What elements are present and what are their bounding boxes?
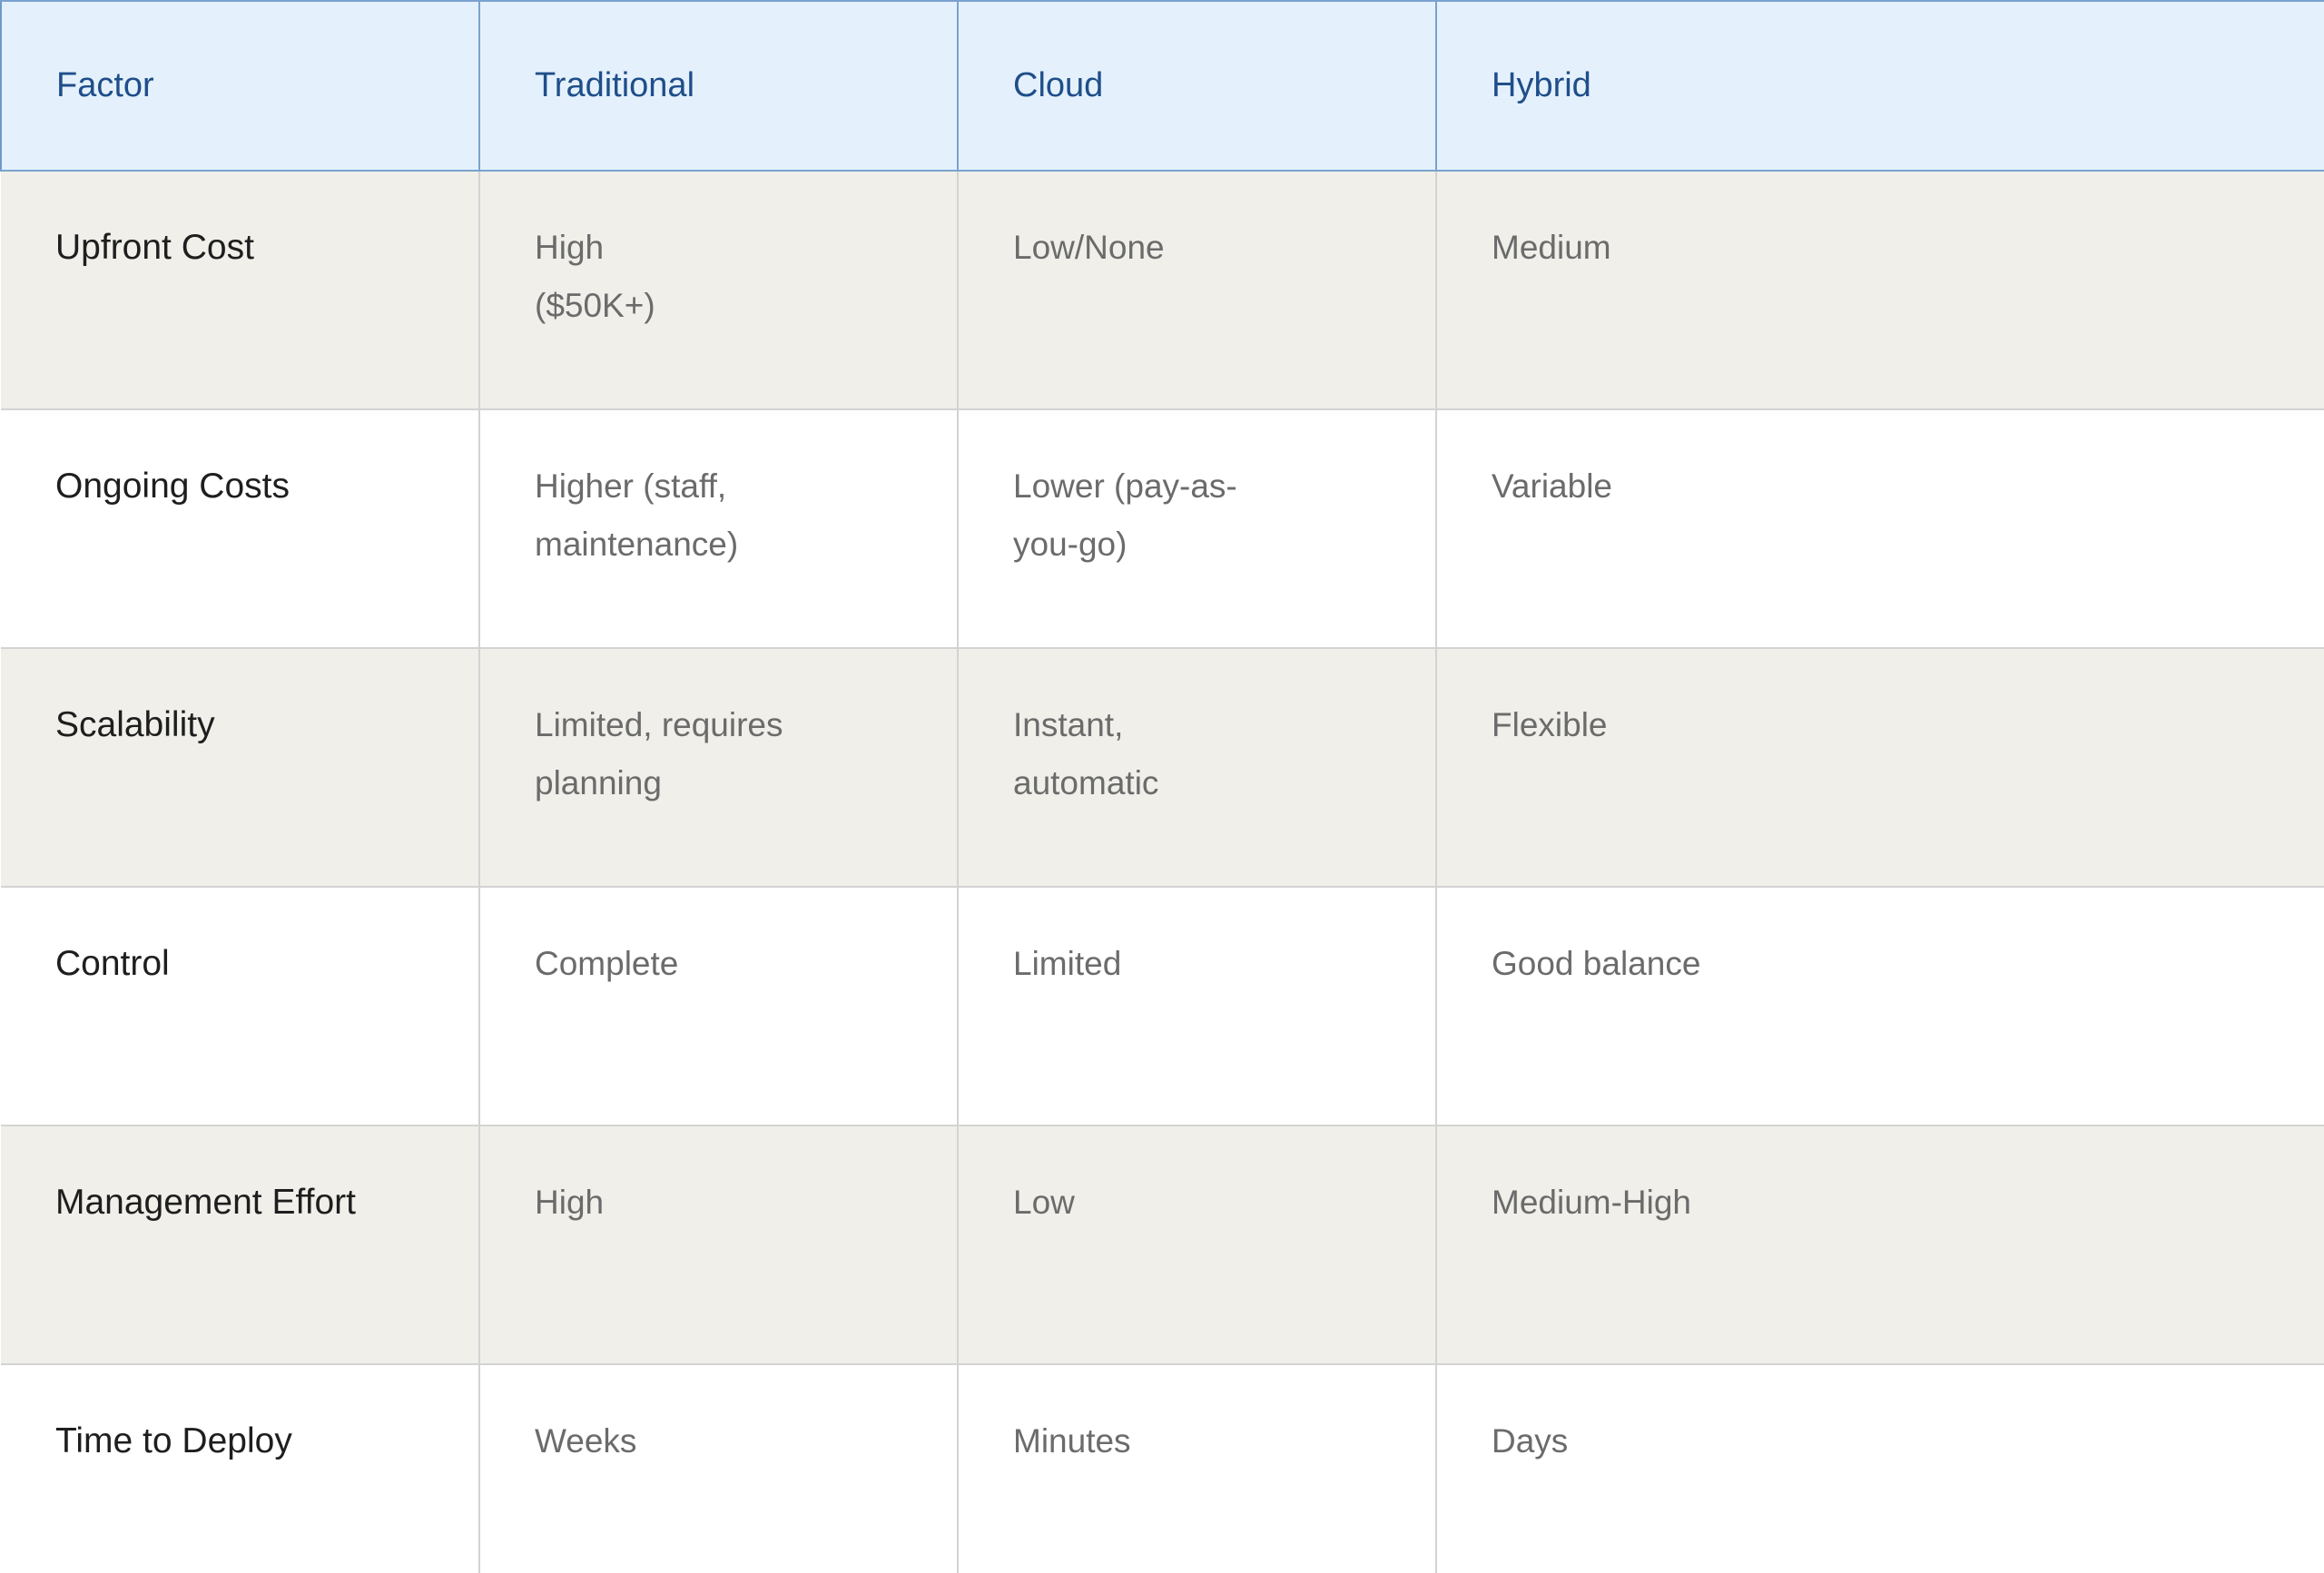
hybrid-cell: Medium-High — [1435, 1126, 2324, 1365]
table-row: Time to Deploy Weeks Minutes Days — [1, 1364, 2324, 1573]
traditional-cell: Higher (staff, maintenance) — [478, 409, 958, 649]
column-header-traditional: Traditional — [478, 0, 958, 172]
comparison-table: Factor Traditional Cloud Hybrid Upfront … — [0, 0, 2324, 1573]
traditional-cell: Complete — [478, 887, 958, 1126]
traditional-cell: Weeks — [478, 1364, 958, 1573]
factor-cell: Ongoing Costs — [1, 409, 479, 649]
cloud-cell: Lower (pay-as-you-go) — [957, 409, 1436, 649]
hybrid-cell: Days — [1435, 1364, 2324, 1573]
traditional-cell: Limited, requires planning — [478, 648, 958, 888]
cloud-cell: Low — [957, 1126, 1436, 1365]
comparison-table-container: Factor Traditional Cloud Hybrid Upfront … — [0, 0, 2324, 1573]
table-row: Upfront Cost High ($50K+) Low/None Medium — [1, 171, 2324, 410]
cloud-cell: Instant, automatic — [957, 648, 1436, 888]
table-row: Control Complete Limited Good balance — [1, 887, 2324, 1126]
factor-cell: Management Effort — [1, 1126, 479, 1365]
hybrid-cell: Flexible — [1435, 648, 2324, 888]
column-header-factor: Factor — [0, 0, 479, 172]
table-header: Factor Traditional Cloud Hybrid — [0, 0, 2324, 172]
traditional-cell: High ($50K+) — [478, 171, 958, 410]
factor-cell: Upfront Cost — [1, 171, 479, 410]
cloud-cell: Limited — [957, 887, 1436, 1126]
hybrid-cell: Variable — [1435, 409, 2324, 649]
table-row: Ongoing Costs Higher (staff, maintenance)… — [1, 409, 2324, 649]
factor-cell: Control — [1, 887, 479, 1126]
header-row: Factor Traditional Cloud Hybrid — [0, 0, 2324, 172]
table-row: Management Effort High Low Medium-High — [1, 1126, 2324, 1365]
factor-cell: Time to Deploy — [1, 1364, 479, 1573]
table-row: Scalability Limited, requires planning In… — [1, 648, 2324, 888]
cloud-cell: Low/None — [957, 171, 1436, 410]
table-body: Upfront Cost High ($50K+) Low/None Medium… — [1, 171, 2324, 1573]
hybrid-cell: Medium — [1435, 171, 2324, 410]
traditional-cell: High — [478, 1126, 958, 1365]
column-header-hybrid: Hybrid — [1435, 0, 2324, 172]
cloud-cell: Minutes — [957, 1364, 1436, 1573]
factor-cell: Scalability — [1, 648, 479, 888]
column-header-cloud: Cloud — [957, 0, 1436, 172]
hybrid-cell: Good balance — [1435, 887, 2324, 1126]
